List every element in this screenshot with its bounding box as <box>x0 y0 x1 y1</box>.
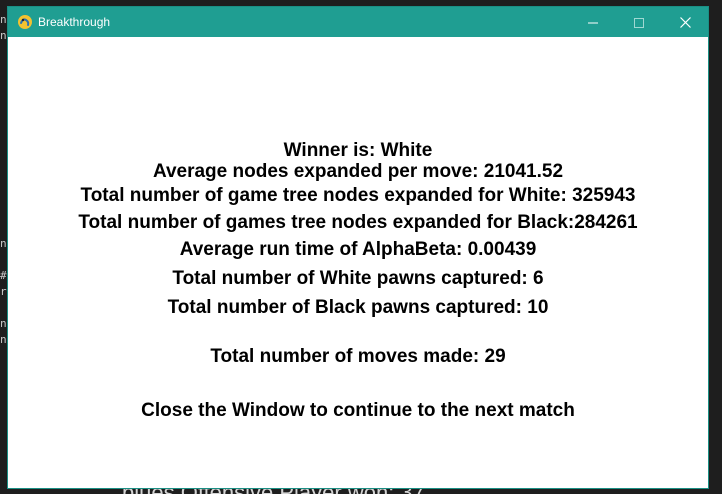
title-bar[interactable]: Breakthrough <box>8 7 708 37</box>
background-text-fragment: n <box>0 29 7 42</box>
average-nodes-text: Average nodes expanded per move: 21041.5… <box>152 161 564 182</box>
background-text-fragment: n <box>0 13 7 26</box>
black-captured-text: Total number of Black pawns captured: 10 <box>167 297 549 318</box>
background-text-fragment: n <box>0 237 7 250</box>
average-runtime-text: Average run time of AlphaBeta: 0.00439 <box>179 239 537 260</box>
black-nodes-text: Total number of games tree nodes expande… <box>78 212 638 233</box>
close-button[interactable] <box>662 7 708 37</box>
game-results-panel: Winner is: White Average nodes expanded … <box>8 37 708 488</box>
background-text-fragment: # <box>0 269 7 282</box>
winner-text: Winner is: White <box>283 140 433 161</box>
white-captured-text: Total number of White pawns captured: 6 <box>172 268 544 289</box>
maximize-button[interactable] <box>616 7 662 37</box>
pygame-snake-icon <box>17 14 33 30</box>
maximize-icon <box>634 13 644 32</box>
desktop-background: n n n # r n n blues Offensive Player won… <box>0 0 722 494</box>
background-text-fragment: n <box>0 333 7 346</box>
continue-instruction-text: Close the Window to continue to the next… <box>141 400 575 421</box>
breakthrough-window: Breakthrough Winner is: White Average no… <box>8 7 708 488</box>
window-title: Breakthrough <box>38 15 111 29</box>
minimize-button[interactable] <box>570 7 616 37</box>
close-icon <box>679 13 691 32</box>
moves-made-text: Total number of moves made: 29 <box>210 346 506 367</box>
background-text-fragment: n <box>0 317 7 330</box>
white-nodes-text: Total number of game tree nodes expanded… <box>80 185 636 206</box>
minimize-icon <box>588 13 598 32</box>
background-text-fragment: r <box>0 285 7 298</box>
